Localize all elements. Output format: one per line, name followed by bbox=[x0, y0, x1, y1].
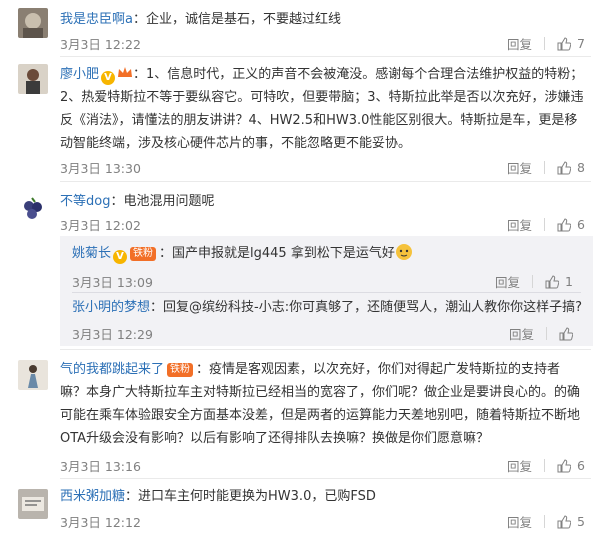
comment-list: 我是忠臣啊a：企业，诚信是基石，不要越过红线 3月3日 12:22 回复 7 廖… bbox=[0, 0, 601, 539]
comment-item: 我是忠臣啊a：企业，诚信是基石，不要越过红线 3月3日 12:22 回复 7 bbox=[0, 0, 601, 56]
comment-text: 廖小肥 V ：1、信息时代，正义的声音不会被淹没。感谢每个合理合法维护权益的特粉；2… bbox=[60, 63, 585, 155]
like-button[interactable] bbox=[559, 326, 573, 341]
timestamp: 3月3日 12:22 bbox=[60, 37, 141, 52]
comment-item: 不等dog：电池混用问题呢 3月3日 12:02 回复 6 姚菊长 V 铁粉 ：国产申… bbox=[0, 182, 601, 348]
like-count: 6 bbox=[577, 458, 585, 473]
reply-content: ：国产申报就是lg445 拿到松下是运气好 bbox=[159, 246, 395, 261]
divider bbox=[546, 327, 547, 340]
avatar[interactable] bbox=[18, 489, 48, 519]
comment-content: 电池混用问题呢 bbox=[123, 194, 215, 209]
crown-icon bbox=[118, 67, 133, 77]
divider bbox=[544, 515, 546, 528]
comment-content: ：1、信息时代，正义的声音不会被淹没。感谢每个合理合法维护权益的特粉；2、热爱特… bbox=[60, 67, 584, 151]
like-button[interactable]: 7 bbox=[557, 36, 585, 51]
comment-content: 企业，诚信是基石，不要越过红线 bbox=[145, 12, 341, 27]
username[interactable]: 不等dog bbox=[60, 194, 110, 209]
divider bbox=[532, 275, 534, 288]
like-button[interactable]: 8 bbox=[557, 160, 585, 175]
reply-button[interactable]: 回复 bbox=[507, 215, 532, 234]
avatar[interactable] bbox=[18, 64, 48, 94]
username[interactable]: 姚菊长 bbox=[72, 246, 111, 261]
reply-content: ：回复@缤纷科技-小志:你可真够了，还随便骂人，潮汕人教你你这样子搞? bbox=[150, 300, 582, 315]
like-count: 8 bbox=[577, 160, 585, 175]
comment-item: 廖小肥 V ：1、信息时代，正义的声音不会被淹没。感谢每个合理合法维护权益的特粉；2… bbox=[0, 57, 601, 181]
timestamp: 3月3日 13:30 bbox=[60, 161, 141, 176]
timestamp: 3月3日 12:29 bbox=[72, 327, 153, 342]
verified-badge-icon: V bbox=[101, 71, 116, 85]
reply-button[interactable]: 回复 bbox=[495, 272, 520, 291]
avatar[interactable] bbox=[18, 360, 48, 390]
fan-badge: 铁粉 bbox=[130, 247, 157, 261]
thumbs-up-icon bbox=[557, 217, 572, 231]
timestamp: 3月3日 13:16 bbox=[60, 459, 141, 474]
reply-button[interactable]: 回复 bbox=[509, 324, 534, 343]
thumbs-up-icon bbox=[545, 274, 560, 288]
like-count: 5 bbox=[577, 514, 585, 529]
comment-text: 西米粥加糖：进口车主何时能更换为HW3.0，已购FSD bbox=[60, 489, 376, 504]
thumbs-up-icon bbox=[557, 458, 572, 472]
comment-item: 西米粥加糖：进口车主何时能更换为HW3.0，已购FSD 3月3日 12:12 回… bbox=[0, 479, 601, 539]
username[interactable]: 西米粥加糖 bbox=[60, 489, 125, 504]
thumbs-up-icon bbox=[559, 326, 573, 340]
divider bbox=[544, 161, 546, 174]
like-count: 7 bbox=[577, 36, 585, 51]
reply-button[interactable]: 回复 bbox=[507, 34, 532, 53]
timestamp: 3月3日 13:09 bbox=[72, 275, 153, 290]
username[interactable]: 气的我都跳起来了 bbox=[60, 362, 164, 377]
reply-button[interactable]: 回复 bbox=[507, 512, 532, 531]
reply-button[interactable]: 回复 bbox=[507, 158, 532, 177]
username[interactable]: 我是忠臣啊a bbox=[60, 12, 133, 27]
reply-item: 姚菊长 V 铁粉 ：国产申报就是lg445 拿到松下是运气好 3月3日 13:09 回… bbox=[72, 242, 585, 291]
like-button[interactable]: 6 bbox=[557, 217, 585, 232]
comment-text: 不等dog：电池混用问题呢 bbox=[60, 194, 215, 209]
avatar[interactable] bbox=[18, 8, 48, 38]
like-button[interactable]: 5 bbox=[557, 514, 585, 529]
comment-item: 气的我都跳起来了 铁粉 ：疫情是客观因素，以次充好，你们对得起广发特斯拉的支持者嘛？… bbox=[0, 350, 601, 478]
comment-text: 我是忠臣啊a：企业，诚信是基石，不要越过红线 bbox=[60, 12, 341, 27]
comment-content: 进口车主何时能更换为HW3.0，已购FSD bbox=[138, 489, 376, 504]
reply-thread: 姚菊长 V 铁粉 ：国产申报就是lg445 拿到松下是运气好 3月3日 13:09 回… bbox=[60, 236, 593, 346]
reply-item: 张小明的梦想：回复@缤纷科技-小志:你可真够了，还随便骂人，潮汕人教你你这样子搞… bbox=[72, 296, 585, 342]
divider bbox=[544, 459, 546, 472]
comment-text: 气的我都跳起来了 铁粉 ：疫情是客观因素，以次充好，你们对得起广发特斯拉的支持者嘛？… bbox=[60, 358, 585, 450]
thumbs-up-icon bbox=[557, 160, 572, 174]
fan-badge: 铁粉 bbox=[167, 363, 194, 377]
divider bbox=[544, 37, 546, 50]
timestamp: 3月3日 12:02 bbox=[60, 218, 141, 233]
divider bbox=[72, 292, 581, 293]
divider bbox=[544, 218, 546, 231]
like-count: 6 bbox=[577, 217, 585, 232]
reply-text: 张小明的梦想：回复@缤纷科技-小志:你可真够了，还随便骂人，潮汕人教你你这样子搞… bbox=[72, 296, 585, 319]
like-button[interactable]: 6 bbox=[557, 458, 585, 473]
reply-text: 姚菊长 V 铁粉 ：国产申报就是lg445 拿到松下是运气好 bbox=[72, 242, 585, 265]
thumbs-up-icon bbox=[557, 514, 572, 528]
username[interactable]: 廖小肥 bbox=[60, 67, 99, 82]
emoji-icon bbox=[395, 244, 412, 260]
reply-button[interactable]: 回复 bbox=[507, 456, 532, 475]
like-button[interactable]: 1 bbox=[545, 274, 573, 289]
timestamp: 3月3日 12:12 bbox=[60, 515, 141, 530]
avatar[interactable] bbox=[18, 194, 48, 224]
like-count: 1 bbox=[565, 274, 573, 289]
verified-badge-icon: V bbox=[113, 250, 128, 264]
thumbs-up-icon bbox=[557, 36, 572, 50]
username[interactable]: 张小明的梦想 bbox=[72, 300, 150, 315]
